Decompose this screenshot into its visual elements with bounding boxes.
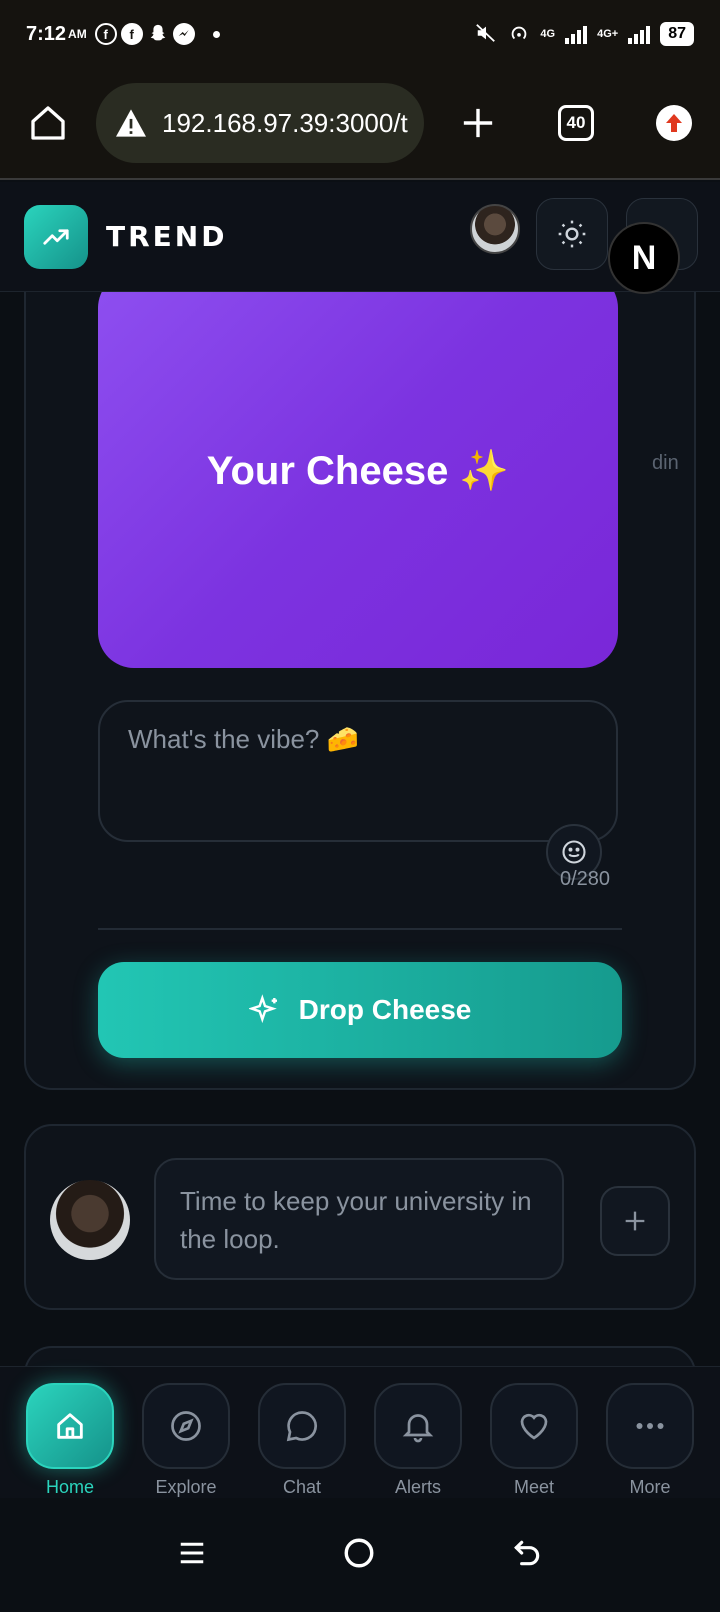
network-1-label: 4G (540, 28, 556, 40)
smiley-icon (562, 840, 586, 864)
nav-alerts-label: Alerts (394, 1477, 441, 1497)
system-navigation (0, 1498, 720, 1612)
more-dots-icon (606, 1383, 694, 1469)
nav-more[interactable]: More (606, 1383, 694, 1498)
nav-meet-label: Meet (513, 1477, 555, 1497)
tab-switcher-button[interactable]: 40 (558, 105, 594, 141)
recents-button[interactable] (177, 1538, 207, 1573)
facebook-icon: f (94, 23, 117, 45)
cheese-preview: Your Cheese ✨ (98, 292, 618, 668)
brand-name: TREND (106, 220, 228, 253)
drop-cheese-button[interactable]: Drop Cheese (98, 962, 622, 1058)
nav-home-label: Home (45, 1477, 94, 1497)
messenger-icon (172, 23, 195, 45)
circle-icon (344, 1538, 374, 1567)
compass-icon (142, 1383, 230, 1469)
warning-icon (116, 109, 146, 137)
arrow-up-icon (666, 114, 682, 132)
signal-icon (628, 24, 651, 44)
app-header: TREND N (0, 182, 720, 294)
browser-home-button[interactable] (24, 99, 72, 147)
preview-text: Your Cheese ✨ (206, 448, 510, 493)
logo[interactable] (24, 204, 88, 269)
status-ampm: AM (68, 27, 87, 41)
drop-cheese-label: Drop Cheese (298, 994, 472, 1025)
system-home-button[interactable] (342, 1536, 376, 1575)
home-icon (31, 106, 65, 140)
nav-chat[interactable]: Chat (258, 1383, 346, 1498)
trending-up-icon (43, 228, 69, 245)
nav-chat-label: Chat (282, 1477, 322, 1497)
nav-alerts[interactable]: Alerts (374, 1383, 462, 1498)
new-tab-button[interactable] (458, 103, 498, 143)
chat-bubble-icon (258, 1383, 346, 1469)
back-button[interactable] (511, 1537, 543, 1574)
sparkle-icon (248, 994, 277, 1024)
add-post-button[interactable] (600, 1186, 670, 1256)
update-button[interactable] (656, 105, 692, 141)
sun-icon (558, 220, 586, 248)
heart-icon (490, 1383, 578, 1469)
status-bar: 7:12 AM f f 4G 4G+ 87 (0, 0, 720, 68)
browser-toolbar: 192.168.97.39:3000/t 40 (0, 68, 720, 180)
status-time: 7:12 (26, 22, 67, 45)
nav-more-label: More (629, 1477, 671, 1497)
signal-icon (565, 24, 588, 44)
status-right: 4G 4G+ 87 (474, 22, 694, 47)
snapchat-icon (147, 23, 169, 45)
menu-lines-icon (181, 1542, 204, 1563)
network-2-label: 4G+ (597, 28, 619, 40)
divider (98, 928, 622, 930)
avatar[interactable] (50, 1180, 130, 1260)
plus-icon (463, 108, 493, 138)
back-arrow-icon (513, 1540, 539, 1565)
vibe-placeholder: What's the vibe? 🧀 (128, 724, 359, 754)
nav-home[interactable]: Home (26, 1383, 114, 1498)
address-bar[interactable]: 192.168.97.39:3000/t (96, 83, 424, 163)
char-counter: 0/280 (560, 868, 611, 890)
plus-icon (625, 1211, 645, 1231)
main-feed: Your Cheese ✨ din What's the vibe? 🧀 0/2… (0, 292, 720, 1366)
notification-dot (212, 30, 220, 38)
dev-badge[interactable]: N (608, 222, 680, 294)
avatar[interactable] (470, 204, 520, 254)
share-card: Time to keep your university in the loop… (24, 1124, 696, 1310)
facebook-icon: f (120, 23, 143, 45)
theme-toggle-button[interactable] (536, 198, 608, 270)
share-input[interactable]: Time to keep your university in the loop… (154, 1158, 564, 1280)
side-text: din (652, 452, 679, 474)
nav-meet[interactable]: Meet (490, 1383, 578, 1498)
bottom-navigation: Home Explore Chat Alerts Meet More (0, 1366, 720, 1498)
mute-icon (474, 22, 498, 47)
nav-explore[interactable]: Explore (142, 1383, 230, 1498)
vibe-input[interactable]: What's the vibe? 🧀 (98, 700, 618, 842)
home-icon (26, 1383, 114, 1469)
bell-icon (374, 1383, 462, 1469)
nav-explore-label: Explore (155, 1477, 217, 1497)
battery-indicator: 87 (660, 22, 694, 46)
feed-card (24, 1346, 696, 1366)
url-text: 192.168.97.39:3000/t (162, 107, 408, 138)
hotspot-icon (508, 22, 530, 47)
